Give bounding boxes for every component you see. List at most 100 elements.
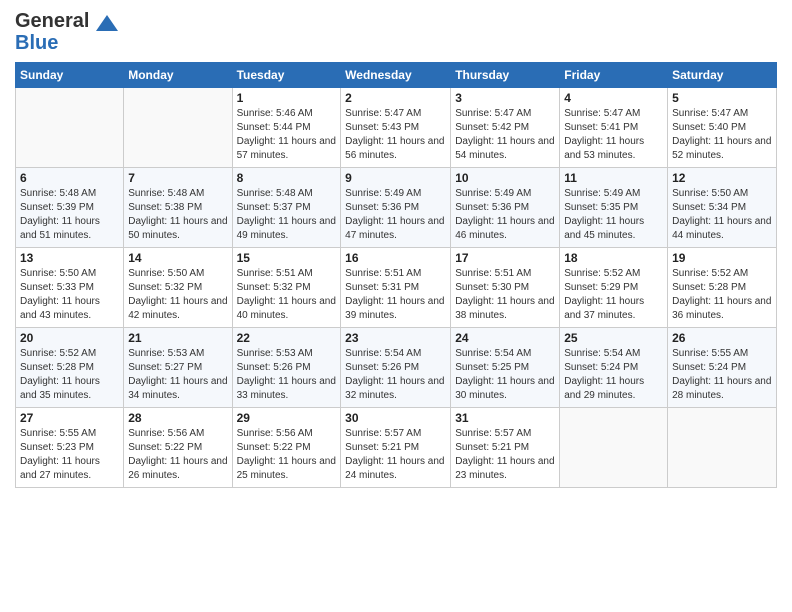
day-info: Sunrise: 5:51 AMSunset: 5:31 PMDaylight:… [345, 267, 446, 323]
day-info: Sunrise: 5:52 AMSunset: 5:28 PMDaylight:… [20, 347, 119, 403]
logo-icon [96, 15, 118, 31]
day-number: 22 [237, 331, 337, 345]
day-info: Sunrise: 5:56 AMSunset: 5:22 PMDaylight:… [237, 427, 337, 483]
day-number: 18 [564, 251, 663, 265]
day-cell: 13 Sunrise: 5:50 AMSunset: 5:33 PMDayligh… [16, 248, 124, 328]
day-cell: 22 Sunrise: 5:53 AMSunset: 5:26 PMDayligh… [232, 328, 341, 408]
day-info: Sunrise: 5:48 AMSunset: 5:38 PMDaylight:… [128, 187, 227, 243]
day-number: 11 [564, 171, 663, 185]
day-cell: 23Sunrise: 5:54 AMSunset: 5:26 PMDayligh… [341, 328, 451, 408]
day-info: Sunrise: 5:54 AMSunset: 5:26 PMDaylight:… [345, 347, 446, 403]
header: General Blue [15, 10, 777, 54]
day-info: Sunrise: 5:57 AMSunset: 5:21 PMDaylight:… [455, 427, 555, 483]
day-info: Sunrise: 5:57 AMSunset: 5:21 PMDaylight:… [345, 427, 446, 483]
day-cell: 16 Sunrise: 5:51 AMSunset: 5:31 PMDayligh… [341, 248, 451, 328]
day-info: Sunrise: 5:50 AMSunset: 5:33 PMDaylight:… [20, 267, 119, 323]
day-number: 6 [20, 171, 119, 185]
week-row-3: 13 Sunrise: 5:50 AMSunset: 5:33 PMDayligh… [16, 248, 777, 328]
week-row-1: 1 Sunrise: 5:46 AMSunset: 5:44 PMDaylight… [16, 88, 777, 168]
day-cell [668, 408, 777, 488]
column-header-thursday: Thursday [451, 63, 560, 88]
day-cell: 27 Sunrise: 5:55 AMSunset: 5:23 PMDayligh… [16, 408, 124, 488]
day-cell: 9 Sunrise: 5:49 AMSunset: 5:36 PMDaylight… [341, 168, 451, 248]
column-header-monday: Monday [124, 63, 232, 88]
day-cell: 31 Sunrise: 5:57 AMSunset: 5:21 PMDayligh… [451, 408, 560, 488]
week-row-5: 27 Sunrise: 5:55 AMSunset: 5:23 PMDayligh… [16, 408, 777, 488]
day-info: Sunrise: 5:54 AMSunset: 5:25 PMDaylight:… [455, 347, 555, 403]
calendar-header: SundayMondayTuesdayWednesdayThursdayFrid… [16, 63, 777, 88]
day-number: 13 [20, 251, 119, 265]
day-cell: 11 Sunrise: 5:49 AMSunset: 5:35 PMDayligh… [560, 168, 668, 248]
week-row-4: 20 Sunrise: 5:52 AMSunset: 5:28 PMDayligh… [16, 328, 777, 408]
day-cell: 21 Sunrise: 5:53 AMSunset: 5:27 PMDayligh… [124, 328, 232, 408]
day-cell: 6Sunrise: 5:48 AMSunset: 5:39 PMDaylight… [16, 168, 124, 248]
day-info: Sunrise: 5:52 AMSunset: 5:28 PMDaylight:… [672, 267, 772, 323]
day-number: 20 [20, 331, 119, 345]
day-info: Sunrise: 5:51 AMSunset: 5:32 PMDaylight:… [237, 267, 337, 323]
day-cell: 8 Sunrise: 5:48 AMSunset: 5:37 PMDaylight… [232, 168, 341, 248]
day-info: Sunrise: 5:52 AMSunset: 5:29 PMDaylight:… [564, 267, 663, 323]
day-number: 8 [237, 171, 337, 185]
day-info: Sunrise: 5:55 AMSunset: 5:24 PMDaylight:… [672, 347, 772, 403]
day-info: Sunrise: 5:50 AMSunset: 5:34 PMDaylight:… [672, 187, 772, 243]
logo-text: General Blue [15, 10, 120, 54]
day-number: 3 [455, 91, 555, 105]
day-cell: 24 Sunrise: 5:54 AMSunset: 5:25 PMDayligh… [451, 328, 560, 408]
day-cell [560, 408, 668, 488]
day-number: 21 [128, 331, 227, 345]
day-number: 17 [455, 251, 555, 265]
day-info: Sunrise: 5:54 AMSunset: 5:24 PMDaylight:… [564, 347, 663, 403]
day-number: 1 [237, 91, 337, 105]
day-number: 28 [128, 411, 227, 425]
day-cell: 7Sunrise: 5:48 AMSunset: 5:38 PMDaylight… [124, 168, 232, 248]
day-cell: 30 Sunrise: 5:57 AMSunset: 5:21 PMDayligh… [341, 408, 451, 488]
header-row: SundayMondayTuesdayWednesdayThursdayFrid… [16, 63, 777, 88]
calendar-table: SundayMondayTuesdayWednesdayThursdayFrid… [15, 62, 777, 488]
day-number: 29 [237, 411, 337, 425]
day-info: Sunrise: 5:47 AMSunset: 5:42 PMDaylight:… [455, 107, 555, 163]
day-number: 9 [345, 171, 446, 185]
day-cell: 1 Sunrise: 5:46 AMSunset: 5:44 PMDaylight… [232, 88, 341, 168]
column-header-tuesday: Tuesday [232, 63, 341, 88]
day-number: 16 [345, 251, 446, 265]
day-number: 10 [455, 171, 555, 185]
day-info: Sunrise: 5:53 AMSunset: 5:27 PMDaylight:… [128, 347, 227, 403]
day-cell: 17 Sunrise: 5:51 AMSunset: 5:30 PMDayligh… [451, 248, 560, 328]
day-info: Sunrise: 5:49 AMSunset: 5:36 PMDaylight:… [455, 187, 555, 243]
day-info: Sunrise: 5:46 AMSunset: 5:44 PMDaylight:… [237, 107, 337, 163]
day-info: Sunrise: 5:48 AMSunset: 5:37 PMDaylight:… [237, 187, 337, 243]
logo: General Blue [15, 10, 120, 54]
day-number: 2 [345, 91, 446, 105]
day-info: Sunrise: 5:56 AMSunset: 5:22 PMDaylight:… [128, 427, 227, 483]
day-number: 19 [672, 251, 772, 265]
day-number: 12 [672, 171, 772, 185]
day-cell: 4Sunrise: 5:47 AMSunset: 5:41 PMDaylight… [560, 88, 668, 168]
day-number: 26 [672, 331, 772, 345]
day-cell: 10 Sunrise: 5:49 AMSunset: 5:36 PMDayligh… [451, 168, 560, 248]
day-cell [16, 88, 124, 168]
calendar-body: 1 Sunrise: 5:46 AMSunset: 5:44 PMDaylight… [16, 88, 777, 488]
day-cell: 19 Sunrise: 5:52 AMSunset: 5:28 PMDayligh… [668, 248, 777, 328]
column-header-wednesday: Wednesday [341, 63, 451, 88]
day-number: 25 [564, 331, 663, 345]
day-info: Sunrise: 5:49 AMSunset: 5:35 PMDaylight:… [564, 187, 663, 243]
column-header-sunday: Sunday [16, 63, 124, 88]
day-number: 14 [128, 251, 227, 265]
day-info: Sunrise: 5:51 AMSunset: 5:30 PMDaylight:… [455, 267, 555, 323]
day-number: 27 [20, 411, 119, 425]
column-header-saturday: Saturday [668, 63, 777, 88]
day-cell: 26 Sunrise: 5:55 AMSunset: 5:24 PMDayligh… [668, 328, 777, 408]
day-cell: 20 Sunrise: 5:52 AMSunset: 5:28 PMDayligh… [16, 328, 124, 408]
day-cell: 25 Sunrise: 5:54 AMSunset: 5:24 PMDayligh… [560, 328, 668, 408]
week-row-2: 6Sunrise: 5:48 AMSunset: 5:39 PMDaylight… [16, 168, 777, 248]
day-cell: 14 Sunrise: 5:50 AMSunset: 5:32 PMDayligh… [124, 248, 232, 328]
day-info: Sunrise: 5:55 AMSunset: 5:23 PMDaylight:… [20, 427, 119, 483]
day-number: 24 [455, 331, 555, 345]
day-number: 30 [345, 411, 446, 425]
day-cell [124, 88, 232, 168]
day-info: Sunrise: 5:49 AMSunset: 5:36 PMDaylight:… [345, 187, 446, 243]
day-number: 4 [564, 91, 663, 105]
day-info: Sunrise: 5:53 AMSunset: 5:26 PMDaylight:… [237, 347, 337, 403]
day-number: 31 [455, 411, 555, 425]
day-info: Sunrise: 5:50 AMSunset: 5:32 PMDaylight:… [128, 267, 227, 323]
